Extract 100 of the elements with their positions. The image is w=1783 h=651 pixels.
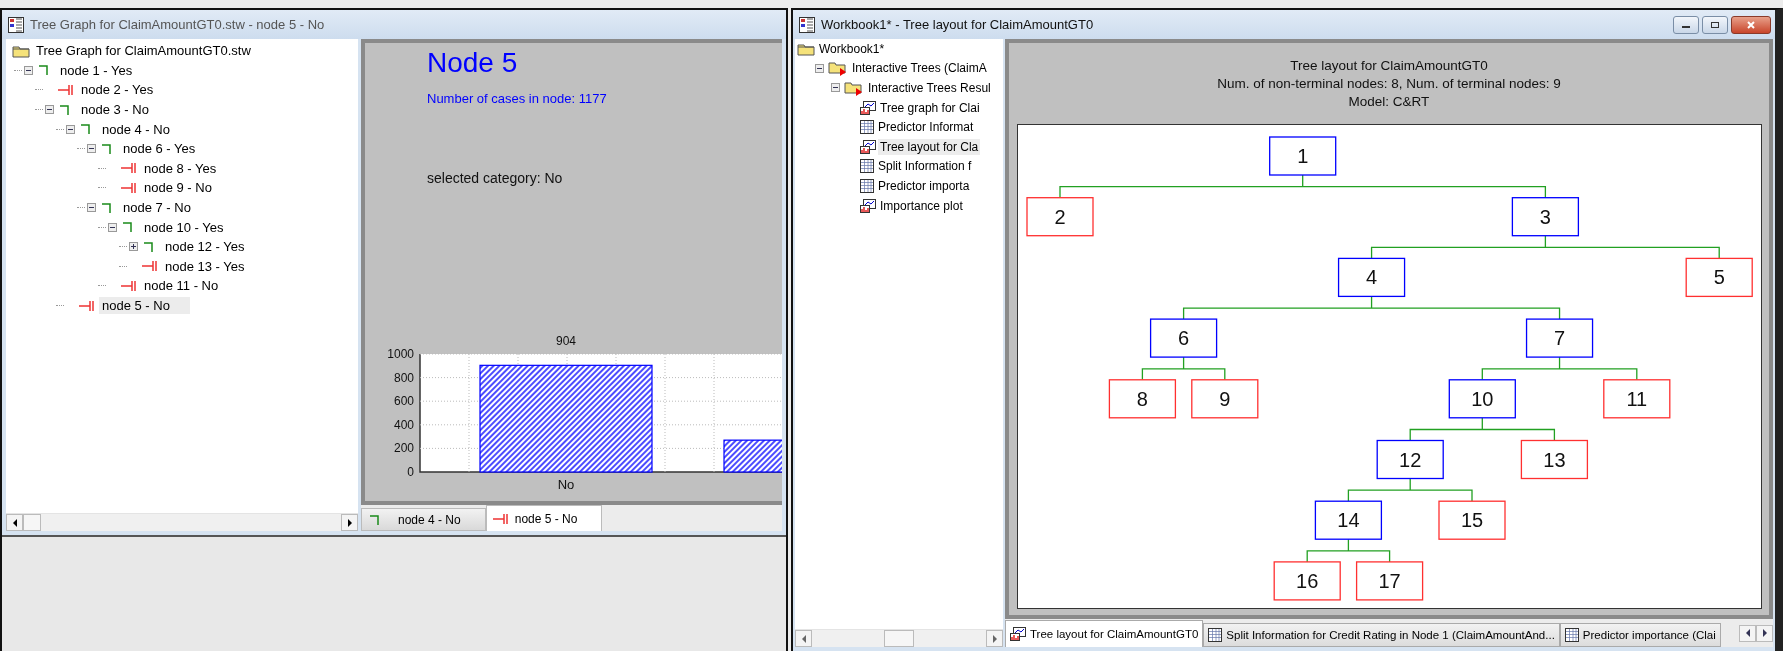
navigator-item[interactable]: Predictor Informat [876,119,976,136]
minimize-button[interactable] [1673,15,1699,34]
terminal-icon [142,259,158,274]
tree-node[interactable]: 14 [1314,500,1382,540]
output-tab[interactable]: Tree layout for ClaimAmountGT0 [1005,620,1204,647]
graph-title: Tree layout for ClaimAmountGT0 [1290,58,1488,73]
tree-node[interactable]: 3 [1511,197,1579,237]
tab-scroll-left-button[interactable] [1739,624,1756,642]
collapse-icon[interactable] [108,222,117,232]
scroll-left-button[interactable] [6,514,23,531]
terminal-icon [492,511,509,526]
left-arrow-icon [800,634,807,643]
tree-node-item[interactable]: node 5 - No [99,297,190,314]
folder-arrow-icon [828,60,848,77]
maximize-icon [1710,20,1720,29]
folder-icon [797,41,815,56]
tree-node-item[interactable]: node 1 - Yes [57,61,136,79]
collapse-icon[interactable] [87,203,96,213]
navigator-item[interactable]: Tree layout for Cla [878,138,981,155]
tree-node[interactable]: 15 [1437,500,1506,540]
navigator-item[interactable]: Interactive Trees Resul [866,80,993,96]
axis-tick-label: 1000 [387,347,414,361]
tree-node-item[interactable]: node 8 - Yes [141,159,220,177]
tree-node[interactable]: 11 [1602,379,1670,419]
table-icon [1564,628,1579,642]
terminal-icon [79,298,95,313]
node-tab[interactable]: node 5 - No [485,505,603,531]
folder-arrow-icon [844,80,864,96]
right-arrow-icon [991,634,998,643]
tree-node[interactable]: 7 [1525,318,1593,358]
tree-node[interactable]: 8 [1108,379,1176,419]
close-icon [1746,20,1756,29]
node-tab[interactable]: node 4 - No [361,508,486,531]
tree-node[interactable]: 9 [1190,379,1258,419]
tree-node[interactable]: 17 [1355,561,1423,601]
graph-icon [860,139,876,154]
graph-title: Model: C&RT [1348,94,1430,109]
output-tab[interactable]: Predictor importance (Clai [1559,623,1721,647]
tree-node[interactable]: 4 [1337,257,1405,298]
left-arrow-icon [11,518,18,527]
folder-icon [12,43,30,58]
navigator-item[interactable]: Interactive Trees (ClaimA [850,60,989,77]
right-arrow-icon [346,518,353,527]
collapse-icon[interactable] [24,65,33,75]
tree-node-item[interactable]: node 4 - No [99,120,173,138]
tree-root-label[interactable]: Tree Graph for ClaimAmountGT0.stw [36,43,251,59]
terminal-icon [121,161,137,176]
tree-node[interactable]: 2 [1025,197,1094,237]
tree-node-item[interactable]: node 10 - Yes [141,218,227,236]
tab-scroll-right-button[interactable] [1756,624,1773,642]
tree-node-item[interactable]: node 2 - Yes [78,81,157,99]
right-arrow-icon [1761,629,1768,637]
bar [723,439,782,473]
collapse-icon[interactable] [66,124,75,134]
tree-node-item[interactable]: node 3 - No [78,101,152,119]
tree-node-item[interactable]: node 13 - Yes [162,257,248,275]
axis-tick-label: 800 [393,370,414,385]
maximize-button[interactable] [1702,15,1728,34]
tree-node[interactable]: 10 [1448,379,1516,419]
tree-node[interactable]: 1 [1268,136,1336,176]
tree-node[interactable]: 16 [1273,561,1341,601]
collapse-icon[interactable] [815,63,824,73]
navigator-item[interactable]: Workbook1* [817,40,887,57]
navigator-item[interactable]: Split Information f [876,158,974,175]
navigator-item[interactable]: Tree graph for Clai [878,99,982,116]
tree-node-item[interactable]: node 9 - No [141,179,215,197]
terminal-icon [121,278,137,293]
table-icon [860,159,874,174]
tree-node-item[interactable]: node 7 - No [120,199,194,217]
terminal-icon [58,83,74,97]
tree-node[interactable]: 6 [1149,318,1217,358]
tree-node[interactable]: 13 [1520,439,1588,480]
tree-node-item[interactable]: node 6 - Yes [120,140,199,158]
collapse-icon[interactable] [87,144,96,154]
collapse-icon[interactable] [831,83,840,93]
tree-node[interactable]: 12 [1376,439,1444,480]
table-icon [1208,628,1223,642]
scrollbar-thumb[interactable] [23,514,41,531]
navigator-item[interactable]: Importance plot [878,197,965,214]
table-icon [860,178,874,193]
window-title: Tree Graph for ClaimAmountGT0.stw - node 5 - No [30,17,325,32]
graph-title: Num. of non-terminal nodes: 8, Num. of terminal nodes: 9 [1217,76,1561,91]
tree-node-item[interactable]: node 12 - Yes [162,238,248,256]
navigator-item[interactable]: Predictor importa [876,177,972,194]
axis-tick-label: 200 [393,441,414,456]
axis-tick-label: 600 [393,394,414,409]
scroll-right-button[interactable] [341,514,358,531]
graph-icon [860,100,876,115]
scrollbar-thumb[interactable] [884,630,914,647]
close-button[interactable] [1731,15,1771,34]
output-tab[interactable]: Split Information for Credit Rating in Node 1 (ClaimAmountAnd... [1203,623,1560,647]
expand-icon[interactable] [129,242,138,252]
tree-node-item[interactable]: node 11 - No [141,277,222,295]
value-label: 904 [556,334,576,348]
tree-node[interactable]: 5 [1685,257,1753,298]
collapse-icon[interactable] [45,105,54,115]
selected-category-text: selected category: No [427,170,563,186]
node-title: Node 5 [427,47,518,79]
graph-icon [860,198,876,213]
category-label: No [557,477,575,492]
